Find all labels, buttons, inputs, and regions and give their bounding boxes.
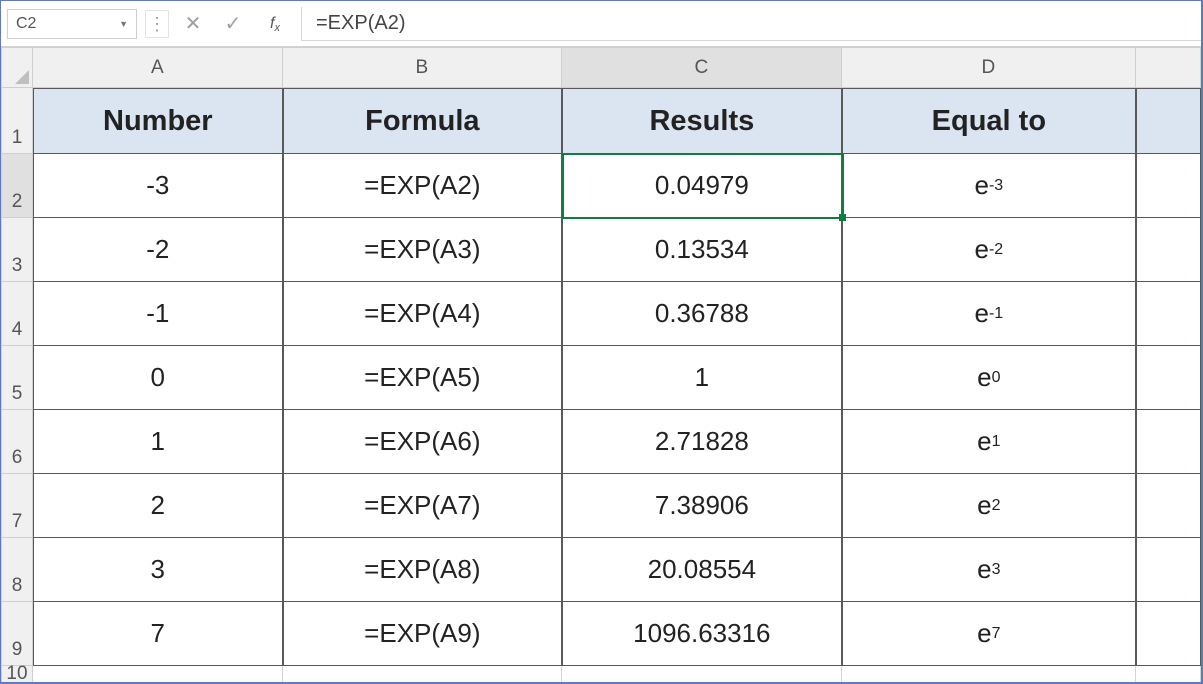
- column-header[interactable]: B: [283, 47, 563, 88]
- table-cell[interactable]: e7: [842, 602, 1137, 666]
- table-cell[interactable]: =EXP(A3): [283, 218, 563, 282]
- table-cell[interactable]: -2: [33, 218, 283, 282]
- table-cell[interactable]: =EXP(A4): [283, 282, 563, 346]
- cell[interactable]: [283, 666, 563, 684]
- column-header-row: ABCD: [33, 47, 1201, 88]
- table-cell[interactable]: e-1: [842, 282, 1137, 346]
- table-cell[interactable]: e-3: [842, 154, 1137, 218]
- cell[interactable]: [842, 666, 1137, 684]
- row-header[interactable]: 7: [1, 474, 33, 538]
- app-frame: C2 ▼ ⋮ ✕ ✓ fx =EXP(A2) ABCD 12345678910 …: [0, 0, 1203, 684]
- table-cell[interactable]: e2: [842, 474, 1137, 538]
- cell[interactable]: [562, 666, 842, 684]
- row-header[interactable]: 5: [1, 346, 33, 410]
- row-header[interactable]: 9: [1, 602, 33, 666]
- table-cell[interactable]: e-2: [842, 218, 1137, 282]
- cell[interactable]: [33, 666, 283, 684]
- table-cell[interactable]: 2: [33, 474, 283, 538]
- table-cell[interactable]: 2.71828: [562, 410, 842, 474]
- column-header[interactable]: C: [562, 47, 842, 88]
- table-cell[interactable]: =EXP(A5): [283, 346, 563, 410]
- cell[interactable]: [1136, 88, 1201, 154]
- table-cell[interactable]: 3: [33, 538, 283, 602]
- column-header[interactable]: A: [33, 47, 283, 88]
- row-header-column: 12345678910: [1, 88, 33, 682]
- grid[interactable]: NumberFormulaResultsEqual to-3=EXP(A2)0.…: [33, 88, 1201, 682]
- row-header[interactable]: 4: [1, 282, 33, 346]
- column-header[interactable]: [1136, 47, 1201, 88]
- name-box-options-button[interactable]: ⋮: [145, 10, 169, 38]
- cell[interactable]: [1136, 538, 1201, 602]
- table-cell[interactable]: 20.08554: [562, 538, 842, 602]
- row-header[interactable]: 2: [1, 154, 33, 218]
- row-header[interactable]: 10: [1, 666, 33, 684]
- table-cell[interactable]: e3: [842, 538, 1137, 602]
- formula-input[interactable]: =EXP(A2): [301, 7, 1201, 41]
- name-box[interactable]: C2 ▼: [7, 9, 137, 39]
- table-header-cell[interactable]: Equal to: [842, 88, 1137, 154]
- fx-icon[interactable]: fx: [257, 10, 293, 38]
- cell[interactable]: [1136, 282, 1201, 346]
- table-cell[interactable]: 1: [33, 410, 283, 474]
- table-header-cell[interactable]: Number: [33, 88, 283, 154]
- row-header[interactable]: 6: [1, 410, 33, 474]
- table-cell[interactable]: 7.38906: [562, 474, 842, 538]
- table-cell[interactable]: =EXP(A9): [283, 602, 563, 666]
- dropdown-icon: ▼: [119, 19, 128, 29]
- cell[interactable]: [1136, 218, 1201, 282]
- formula-text: =EXP(A2): [316, 12, 405, 35]
- table-cell[interactable]: e1: [842, 410, 1137, 474]
- cell[interactable]: [1136, 154, 1201, 218]
- cell[interactable]: [1136, 602, 1201, 666]
- enter-icon[interactable]: ✓: [217, 10, 249, 38]
- row-header[interactable]: 3: [1, 218, 33, 282]
- cell[interactable]: [1136, 410, 1201, 474]
- table-cell[interactable]: 0.04979: [562, 154, 842, 218]
- cancel-icon[interactable]: ✕: [177, 10, 209, 38]
- table-cell[interactable]: 1096.63316: [562, 602, 842, 666]
- table-cell[interactable]: =EXP(A8): [283, 538, 563, 602]
- table-cell[interactable]: e0: [842, 346, 1137, 410]
- sheet: ABCD 12345678910 NumberFormulaResultsEqu…: [1, 47, 1201, 682]
- table-cell[interactable]: 0.36788: [562, 282, 842, 346]
- cell[interactable]: [1136, 666, 1201, 684]
- cell[interactable]: [1136, 346, 1201, 410]
- formula-bar: C2 ▼ ⋮ ✕ ✓ fx =EXP(A2): [1, 1, 1201, 47]
- table-cell[interactable]: 0.13534: [562, 218, 842, 282]
- row-header[interactable]: 1: [1, 88, 33, 154]
- table-cell[interactable]: -3: [33, 154, 283, 218]
- table-cell[interactable]: 7: [33, 602, 283, 666]
- table-cell[interactable]: =EXP(A7): [283, 474, 563, 538]
- name-box-value: C2: [16, 15, 36, 33]
- table-cell[interactable]: =EXP(A2): [283, 154, 563, 218]
- table-cell[interactable]: -1: [33, 282, 283, 346]
- table-cell[interactable]: 1: [562, 346, 842, 410]
- cell[interactable]: [1136, 474, 1201, 538]
- column-header[interactable]: D: [842, 47, 1137, 88]
- table-cell[interactable]: 0: [33, 346, 283, 410]
- row-header[interactable]: 8: [1, 538, 33, 602]
- table-cell[interactable]: =EXP(A6): [283, 410, 563, 474]
- table-header-cell[interactable]: Formula: [283, 88, 563, 154]
- table-header-cell[interactable]: Results: [562, 88, 842, 154]
- select-all-corner[interactable]: [1, 47, 33, 88]
